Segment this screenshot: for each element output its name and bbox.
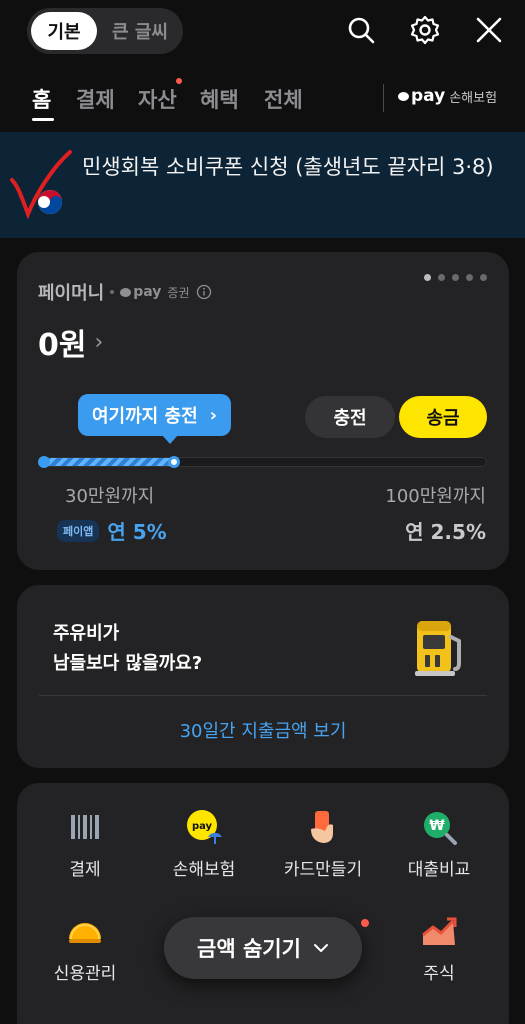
tab-insurance[interactable]: pay 손해보험 [398,86,497,106]
tab-divider [383,84,384,112]
send-button[interactable]: 송금 [399,396,487,438]
svg-text:pay: pay [192,821,213,832]
chevron-right-icon: › [94,329,104,355]
paymoney-header: 페이머니 pay 증권 [38,279,212,305]
gas-pump-icon [415,621,461,676]
page-dot [424,274,431,281]
barcode-icon [71,815,99,839]
info-icon[interactable] [196,284,212,300]
paymoney-label: 페이머니 [38,283,105,304]
insurance-label: 손해보험 [449,90,498,106]
securities-label: 증권 [167,285,190,300]
page-dot [466,274,473,281]
progress-fill [40,458,174,466]
government-emblem-icon [10,150,72,220]
limit-left: 30만원까지 [65,486,155,507]
fuel-question: 주유비가 남들보다 많을까요? [53,619,202,679]
paymoney-card: 페이머니 pay 증권 0원 › 여기까지 충전 › 충전 송금 30만원까지 … [17,252,509,570]
menu-item-payment[interactable]: 결제 [25,807,145,880]
balance[interactable]: 0원 › [38,320,103,364]
chevron-down-icon [313,944,328,952]
charge-progress-bar [38,456,487,468]
divider [39,695,487,696]
close-icon[interactable] [473,14,505,46]
menu-label: 카드만들기 [283,860,363,880]
menu-item-insurance[interactable]: pay 손해보험 [144,807,264,880]
pay-securities-logo: pay [120,284,161,300]
menu-label: 주식 [423,964,455,984]
fuel-line-2: 남들보다 많을까요? [53,653,203,674]
limit-right: 100만원까지 [385,486,486,507]
fuel-card[interactable]: 주유비가 남들보다 많을까요? 30일간 지출금액 보기 [17,585,509,768]
page-indicator [424,274,487,281]
separator-dot [110,290,115,294]
spending-link[interactable]: 30일간 지출금액 보기 [17,717,509,743]
menu-label: 신용관리 [53,964,117,984]
balance-amount: 0원 [38,328,87,363]
pay-logo: pay [398,86,445,106]
menu-item-card[interactable]: 카드만들기 [263,807,383,880]
charge-button[interactable]: 충전 [305,396,395,438]
rate-left-group: 페이앱 연 5% [57,516,167,545]
payapp-badge: 페이앱 [57,519,100,542]
gear-icon[interactable] [409,14,441,46]
font-option-large[interactable]: 큰 글씨 [101,12,179,50]
chevron-right-icon: › [209,404,218,426]
credit-gauge-icon [69,923,101,943]
font-size-toggle[interactable]: 기본 큰 글씨 [27,8,183,54]
hide-amount-label: 금액 숨기기 [197,937,301,961]
speech-bubble-icon [120,287,132,297]
tab-payment[interactable]: 결제 [76,84,115,114]
menu-item-loan[interactable]: ₩ 대출비교 [379,807,499,880]
menu-label: 결제 [69,860,101,880]
font-option-default[interactable]: 기본 [31,12,97,50]
progress-start [38,456,50,468]
tab-assets[interactable]: 자산 [138,84,177,114]
tab-home[interactable]: 홈 [32,84,51,114]
stock-chart-icon [422,917,457,945]
menu-label: 대출비교 [407,860,471,880]
main-tabs: 홈 결제 자산 혜택 전체 pay 손해보험 [0,78,525,124]
menu-item-credit[interactable]: 신용관리 [25,911,145,984]
notification-dot [176,78,182,84]
svg-text:₩: ₩ [429,818,445,834]
shortcut-menu-card: 결제 pay 손해보험 카드만들기 ₩ 대출비교 신용관리 주식 [17,783,509,1024]
promo-banner[interactable]: 민생회복 소비쿠폰 신청 (출생년도 끝자리 3·8) [0,132,525,238]
rate-left: 연 5% [107,520,167,544]
loan-search-icon: ₩ [424,812,457,845]
top-bar: 기본 큰 글씨 [0,0,525,64]
tab-all[interactable]: 전체 [264,84,303,114]
menu-item-stock[interactable]: 주식 [379,911,499,984]
tab-active-indicator [32,118,54,121]
tab-benefits[interactable]: 혜택 [200,84,239,114]
charge-tooltip-text: 여기까지 충전 [92,406,198,427]
page-dot [438,274,445,281]
banner-text: 민생회복 소비쿠폰 신청 (출생년도 끝자리 3·8) [82,155,494,179]
pay-umbrella-icon: pay [187,810,222,844]
page-dot [452,274,459,281]
rate-right: 연 2.5% [405,520,486,544]
menu-label: 손해보험 [172,860,236,880]
page-dot [480,274,487,281]
card-hand-icon [311,811,333,843]
progress-knob[interactable] [168,456,180,468]
notification-dot [361,919,369,927]
fuel-line-1: 주유비가 [53,623,120,644]
hide-amount-button[interactable]: 금액 숨기기 [164,917,362,979]
speech-bubble-icon [398,91,409,101]
charge-tooltip[interactable]: 여기까지 충전 › [78,394,232,444]
search-icon[interactable] [345,14,377,46]
